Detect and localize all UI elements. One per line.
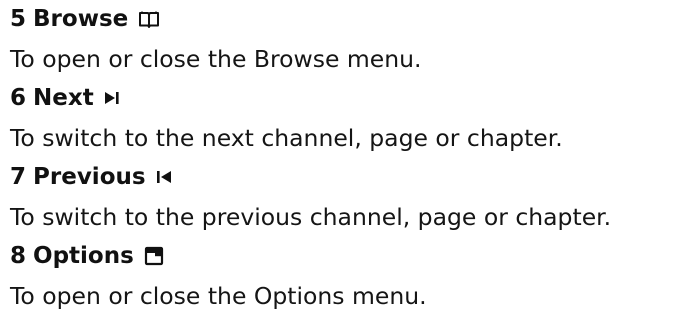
- entry-number: 6: [10, 85, 27, 111]
- book-icon: [138, 10, 160, 28]
- entry-title: Options: [33, 243, 134, 269]
- entry-heading: 8 Options: [10, 237, 675, 275]
- options-menu-icon: [144, 246, 164, 266]
- skip-previous-icon: [156, 170, 172, 184]
- entry-description: To open or close the Options menu.: [10, 281, 427, 310]
- entry-title: Browse: [33, 6, 129, 32]
- entry-previous: 7 Previous To switch to the previous cha…: [10, 158, 675, 237]
- entry-browse: 5 Browse To open or close the Browse men…: [10, 0, 675, 79]
- entry-options: 8 Options To open or close the Options m…: [10, 237, 675, 316]
- entry-title: Previous: [33, 164, 146, 190]
- entry-title: Next: [33, 85, 94, 111]
- entry-description: To switch to the previous channel, page …: [10, 202, 612, 231]
- entry-next: 6 Next To switch to the next channel, pa…: [10, 79, 675, 158]
- entry-description: To switch to the next channel, page or c…: [10, 123, 563, 152]
- entry-number: 8: [10, 243, 27, 269]
- entry-number: 7: [10, 164, 27, 190]
- entry-heading: 7 Previous: [10, 158, 675, 196]
- remote-control-key-list: 5 Browse To open or close the Browse men…: [10, 0, 675, 316]
- entry-heading: 5 Browse: [10, 0, 675, 38]
- entry-number: 5: [10, 6, 27, 32]
- entry-description: To open or close the Browse menu.: [10, 44, 422, 73]
- entry-heading: 6 Next: [10, 79, 675, 117]
- skip-next-icon: [104, 91, 120, 105]
